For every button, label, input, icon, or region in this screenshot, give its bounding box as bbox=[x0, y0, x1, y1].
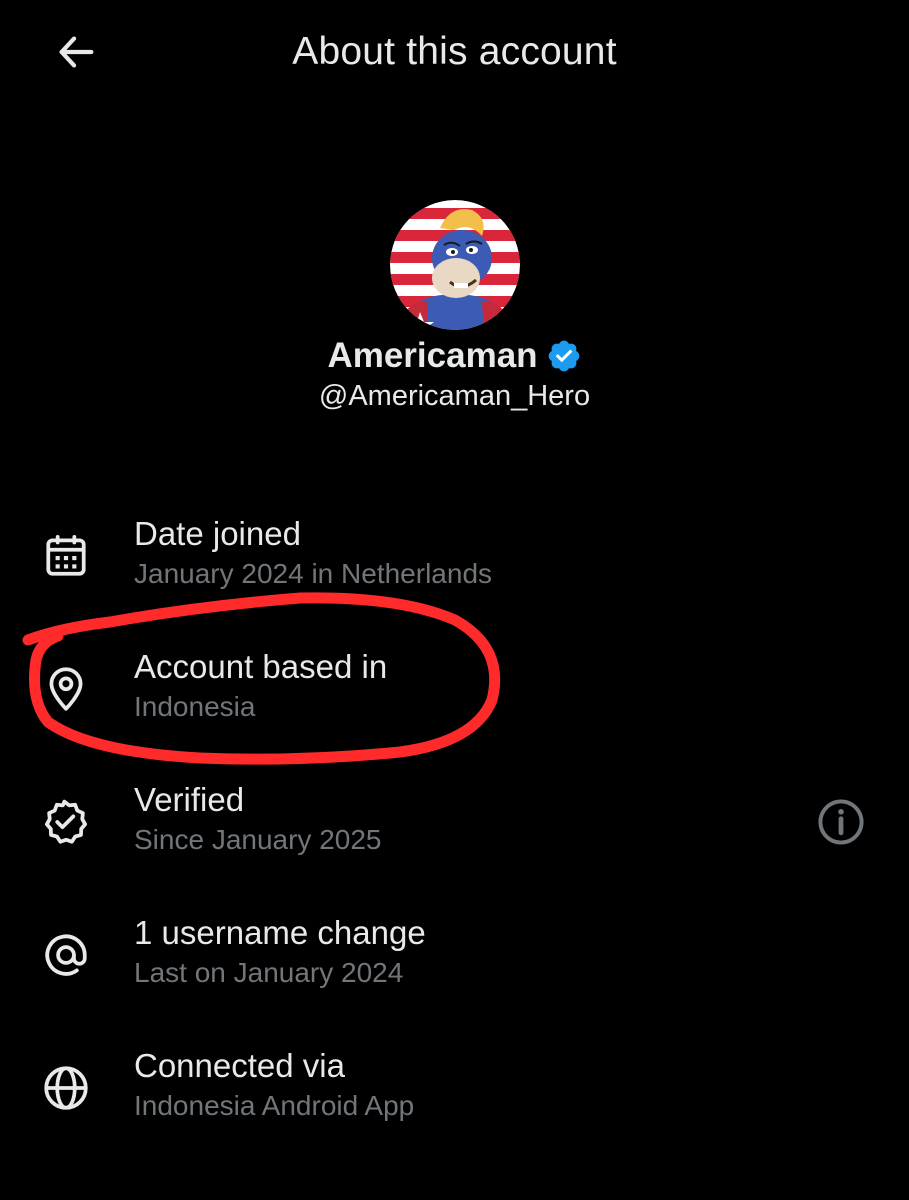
username-change-row: 1 username change Last on January 2024 bbox=[0, 909, 909, 1042]
profile-section: Americaman @Americaman_Hero bbox=[0, 200, 909, 413]
date-joined-text: Date joined January 2024 in Netherlands bbox=[134, 514, 492, 594]
display-name: Americaman bbox=[327, 336, 538, 375]
account-based-value: Indonesia bbox=[134, 691, 256, 722]
date-joined-title: Date joined bbox=[134, 515, 301, 552]
account-info-list: Date joined January 2024 in Netherlands … bbox=[0, 510, 909, 1175]
date-joined-value: January 2024 in Netherlands bbox=[134, 558, 493, 589]
globe-icon bbox=[38, 1060, 94, 1116]
verified-badge-icon bbox=[546, 338, 582, 374]
verified-title: Verified bbox=[134, 781, 245, 818]
connected-via-title: Connected via bbox=[134, 1047, 345, 1084]
display-name-row: Americaman bbox=[0, 332, 909, 380]
avatar-image bbox=[389, 200, 520, 330]
location-pin-icon bbox=[38, 661, 94, 717]
verified-row: Verified Since January 2025 bbox=[0, 776, 909, 909]
date-joined-row: Date joined January 2024 in Netherlands bbox=[0, 510, 909, 643]
username-change-text: 1 username change Last on January 2024 bbox=[134, 913, 426, 993]
at-sign-icon bbox=[38, 927, 94, 983]
verified-info-button[interactable] bbox=[813, 794, 869, 850]
page-title: About this account bbox=[292, 30, 617, 73]
connected-via-text: Connected via Indonesia Android App bbox=[134, 1046, 414, 1126]
handle: @Americaman_Hero bbox=[318, 380, 591, 412]
username-change-title: 1 username change bbox=[134, 914, 426, 951]
top-bar: About this account bbox=[0, 0, 909, 106]
connected-via-value: Indonesia Android App bbox=[134, 1090, 415, 1121]
verified-text: Verified Since January 2025 bbox=[134, 780, 382, 860]
account-based-title: Account based in bbox=[134, 648, 388, 685]
avatar[interactable] bbox=[389, 200, 520, 330]
account-based-text: Account based in Indonesia bbox=[134, 647, 387, 727]
username-change-value: Last on January 2024 bbox=[134, 957, 404, 988]
account-based-row: Account based in Indonesia bbox=[0, 643, 909, 776]
calendar-icon bbox=[38, 528, 94, 584]
info-icon bbox=[818, 799, 864, 845]
verified-outline-icon bbox=[38, 794, 94, 850]
connected-via-row: Connected via Indonesia Android App bbox=[0, 1042, 909, 1175]
verified-value: Since January 2025 bbox=[134, 824, 382, 855]
